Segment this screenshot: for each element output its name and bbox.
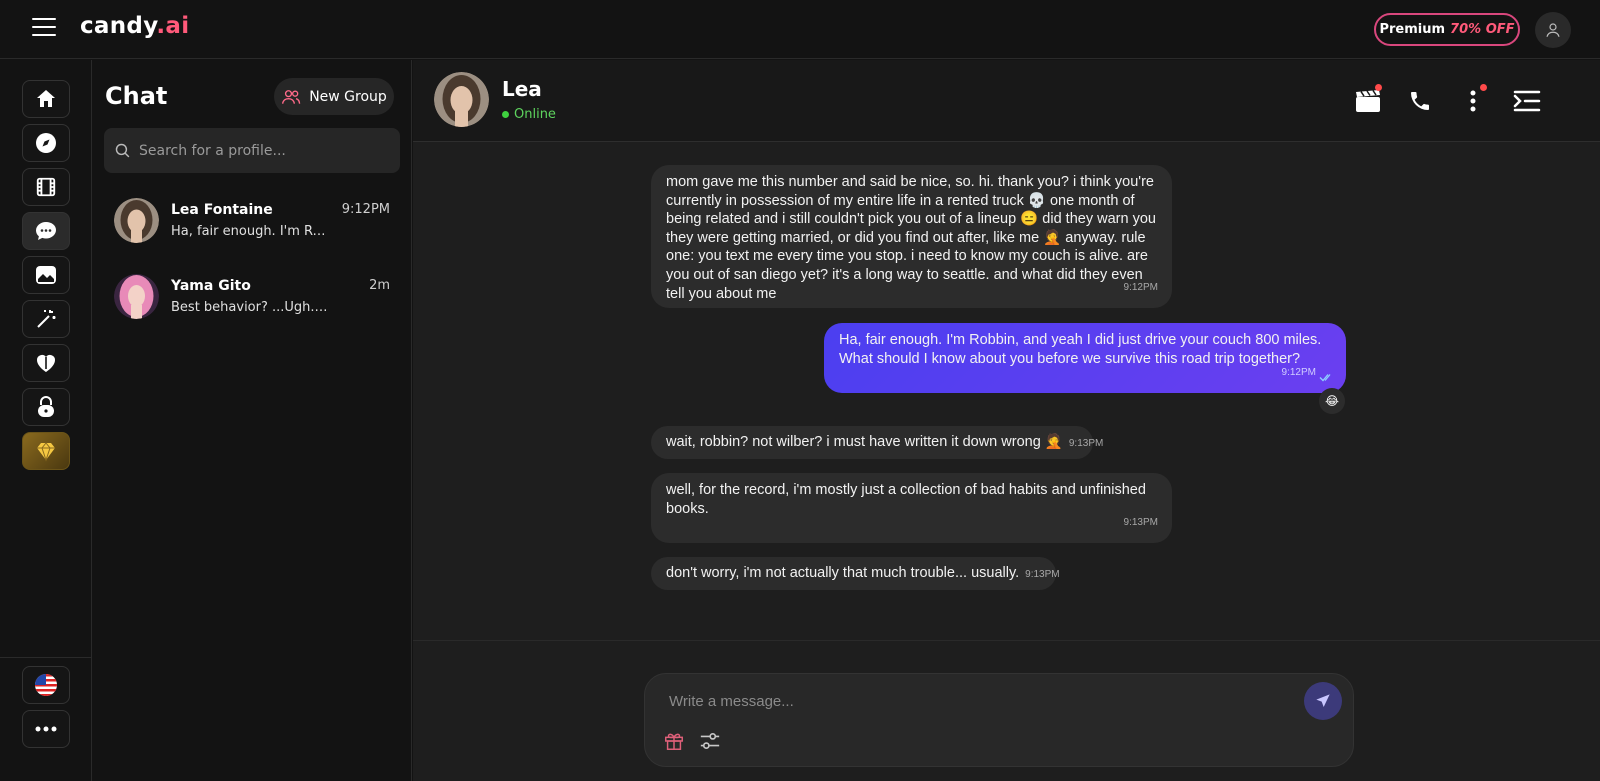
chat-main: Lea Online mom gave me this number and s… (413, 60, 1600, 781)
compass-icon (36, 133, 56, 153)
chat-list-panel: Chat New Group Lea Fontaine 9:12PM Ha, f… (92, 60, 412, 781)
more-icon (35, 726, 57, 732)
message-time: 9:13PM (1025, 569, 1060, 580)
profile-search (104, 128, 400, 173)
gallery-button[interactable] (22, 256, 70, 294)
send-button[interactable] (1304, 682, 1342, 720)
read-receipt-icon (1319, 374, 1331, 382)
notification-dot (1375, 84, 1382, 91)
contact-avatar[interactable] (434, 72, 489, 127)
icon-rail (0, 60, 92, 781)
lock-icon (38, 396, 54, 417)
conversation-time: 9:12PM (341, 202, 390, 217)
logo-text: candy (80, 13, 157, 39)
logo-suffix: .ai (156, 13, 190, 39)
notification-dot (1480, 84, 1487, 91)
hamburger-menu-icon[interactable] (32, 18, 56, 40)
send-icon (1316, 694, 1330, 707)
contact-name: Lea (502, 77, 542, 101)
conversation-preview: Best behavior? ...Ugh. Fine... (171, 300, 331, 315)
search-input[interactable] (139, 142, 389, 159)
premium-nav-button[interactable] (22, 432, 70, 470)
search-icon (115, 143, 130, 158)
message-list: mom gave me this number and said be nice… (413, 143, 1600, 715)
conversation-item[interactable]: Lea Fontaine 9:12PM Ha, fair enough. I'm… (104, 190, 400, 250)
new-group-button[interactable]: New Group (274, 78, 394, 115)
top-bar: candy.ai Premium 70% OFF (0, 0, 1600, 59)
conversation-name: Yama Gito (171, 278, 251, 294)
kebab-menu-icon (1470, 90, 1476, 112)
phone-icon (1411, 92, 1429, 110)
toggle-profile-panel-button[interactable] (1510, 84, 1544, 118)
home-button[interactable] (22, 80, 70, 118)
conversation-preview: Ha, fair enough. I'm Robbin, and yeah I … (171, 224, 331, 239)
chat-nav-button[interactable] (22, 212, 70, 250)
settings-sliders-button[interactable] (698, 729, 722, 753)
message-text: Ha, fair enough. I'm Robbin, and yeah I … (839, 332, 1322, 367)
incoming-message: mom gave me this number and said be nice… (651, 165, 1172, 308)
video-gallery-button[interactable] (1351, 84, 1385, 118)
premium-button[interactable]: Premium 70% OFF (1374, 13, 1520, 46)
group-icon (282, 89, 301, 104)
private-button[interactable] (22, 388, 70, 426)
online-dot (502, 111, 509, 118)
chat-icon (36, 222, 56, 240)
message-time: 9:12PM (1281, 367, 1316, 379)
create-button[interactable] (22, 300, 70, 338)
incoming-message: well, for the record, i'm mostly just a … (651, 473, 1172, 543)
chat-header: Lea Online (413, 60, 1600, 142)
explore-button[interactable] (22, 124, 70, 162)
language-button[interactable] (22, 666, 70, 704)
message-composer (644, 673, 1354, 767)
message-time: 9:12PM (1123, 282, 1158, 294)
incoming-message: don't worry, i'm not actually that much … (651, 557, 1060, 590)
gift-icon (665, 733, 683, 750)
videos-button[interactable] (22, 168, 70, 206)
new-group-label: New Group (309, 88, 387, 105)
my-ai-button[interactable] (22, 344, 70, 382)
clapperboard-icon (1356, 90, 1380, 112)
avatar (114, 274, 159, 319)
premium-discount: 70% OFF (1450, 22, 1515, 37)
message-text: wait, robbin? not wilber? i must have wr… (666, 434, 1063, 450)
chat-options-button[interactable] (1456, 84, 1490, 118)
chat-list-title: Chat (105, 82, 168, 110)
sliders-icon (700, 733, 720, 749)
message-time: 9:13PM (1068, 438, 1104, 449)
message-text: mom gave me this number and said be nice… (666, 174, 1156, 302)
call-button[interactable] (1403, 84, 1437, 118)
user-icon (1546, 23, 1560, 37)
premium-label: Premium (1379, 22, 1446, 37)
logo[interactable]: candy.ai (80, 13, 189, 39)
rail-divider (0, 657, 92, 658)
diamond-icon (37, 442, 55, 462)
message-time: 9:13PM (1123, 517, 1158, 529)
conversation-name: Lea Fontaine (171, 202, 273, 218)
message-text: well, for the record, i'm mostly just a … (666, 482, 1146, 517)
online-status: Online (502, 107, 556, 122)
message-input[interactable] (669, 688, 1289, 714)
conversation-item[interactable]: Yama Gito 2m Best behavior? ...Ugh. Fine… (104, 266, 400, 326)
composer-divider (413, 640, 1600, 641)
gift-button[interactable] (662, 729, 686, 753)
avatar (114, 198, 159, 243)
magic-wand-icon (37, 310, 56, 328)
heart-icon (37, 355, 55, 372)
us-flag-icon (35, 674, 57, 696)
profile-button[interactable] (1535, 12, 1571, 48)
panel-toggle-icon (1513, 90, 1541, 112)
status-text: Online (514, 107, 556, 122)
outgoing-message: Ha, fair enough. I'm Robbin, and yeah I … (824, 323, 1346, 393)
home-icon (37, 90, 55, 107)
more-options-button[interactable] (22, 710, 70, 748)
film-icon (36, 177, 56, 197)
incoming-message: wait, robbin? not wilber? i must have wr… (651, 426, 1103, 459)
image-icon (36, 266, 56, 284)
message-reaction[interactable]: 😂 (1319, 388, 1345, 414)
message-text: don't worry, i'm not actually that much … (666, 565, 1020, 581)
conversation-time: 2m (369, 278, 390, 293)
